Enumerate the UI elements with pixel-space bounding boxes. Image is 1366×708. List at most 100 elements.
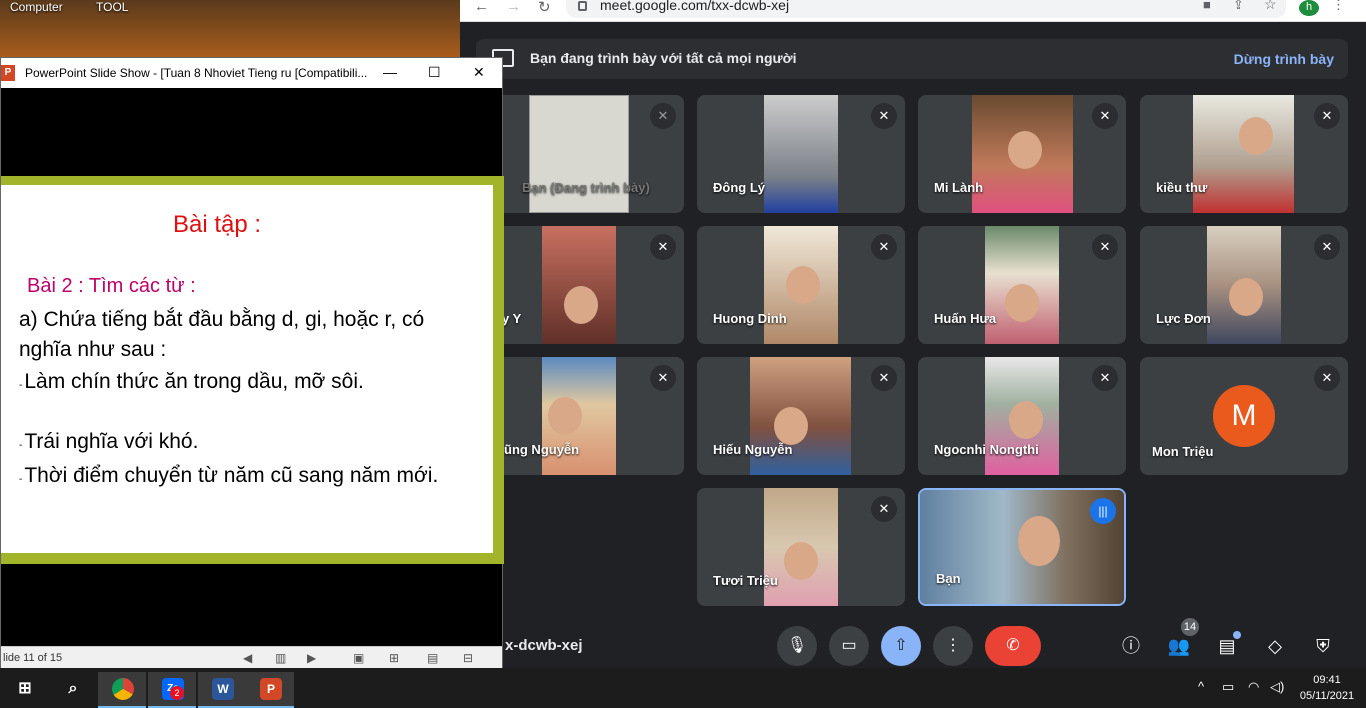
participant-face xyxy=(1239,117,1273,155)
slide-content: Bài tập : Bài 2 : Tìm các từ : a) Chứa t… xyxy=(1,185,493,553)
start-button[interactable]: ⊞ xyxy=(0,672,48,708)
volume-icon[interactable]: ◁) xyxy=(1270,679,1284,695)
menu-dots-icon[interactable]: ⋮ xyxy=(1332,0,1345,13)
slide-bullet: -Thời điểm chuyển từ năm cũ sang năm mới… xyxy=(19,464,439,487)
participant-video xyxy=(1207,226,1281,344)
slide-line-a: a) Chứa tiếng bắt đầu bằng d, gi, hoặc r… xyxy=(19,308,425,361)
reload-icon[interactable]: ↻ xyxy=(538,0,551,16)
participant-name: Tươi Triệu xyxy=(713,573,778,588)
participant-tile[interactable]: kiều thư ✕ xyxy=(1140,95,1348,213)
host-controls-icon[interactable]: ⛨ xyxy=(1309,632,1337,660)
participant-name: Huấn Hưa xyxy=(934,311,997,326)
taskbar-clock[interactable]: 09:41 05/11/2021 xyxy=(1292,672,1362,704)
back-icon[interactable]: ← xyxy=(474,0,489,15)
participant-face xyxy=(564,286,598,324)
search-button[interactable]: ⌕ xyxy=(48,672,96,708)
activities-icon[interactable]: ◇ xyxy=(1261,632,1289,660)
participant-tile[interactable]: Huấn Hưa ✕ xyxy=(918,226,1126,344)
participant-name: ũng Nguyễn xyxy=(504,442,580,457)
tray-overflow-icon[interactable]: ^ xyxy=(1198,679,1204,694)
participant-name: Huong Dinh xyxy=(713,311,787,326)
next-slide-icon[interactable]: ▶ xyxy=(307,651,316,665)
desktop-icon-computer[interactable]: Computer xyxy=(10,0,63,14)
profile-avatar[interactable]: h xyxy=(1299,0,1319,16)
slideshow-view-icon[interactable]: ⊟ xyxy=(463,651,473,665)
participant-tile[interactable]: Ngocnhi Nongthi ✕ xyxy=(918,357,1126,475)
participant-tile[interactable]: Đông Lý ✕ xyxy=(697,95,905,213)
participant-tile[interactable]: Hiếu Nguyễn ✕ xyxy=(697,357,905,475)
bookmark-star-icon[interactable]: ☆ xyxy=(1264,0,1277,13)
self-tile[interactable]: Bạn ||| xyxy=(918,488,1126,606)
participant-tile[interactable]: Huong Dinh ✕ xyxy=(697,226,905,344)
maximize-button[interactable]: ☐ xyxy=(428,64,441,81)
taskbar-chrome[interactable] xyxy=(98,672,146,708)
slide-bullet: -Trái nghĩa với khó. xyxy=(19,430,199,453)
stop-presenting-button[interactable]: Dừng trình bày xyxy=(1234,51,1334,67)
participant-face xyxy=(548,397,582,435)
participant-video xyxy=(542,357,616,475)
mic-off-icon: ✕ xyxy=(1314,365,1340,391)
mic-off-icon: ✕ xyxy=(871,103,897,129)
wifi-icon[interactable]: ◠ xyxy=(1248,679,1259,695)
present-now-button[interactable]: ⇧ xyxy=(881,626,921,666)
mic-off-icon: ✕ xyxy=(1092,365,1118,391)
microphone-button[interactable]: 🎙 xyxy=(777,626,817,666)
participant-tile[interactable]: Bạn (Đang trình bày) ✕ xyxy=(476,95,684,213)
clock-date: 05/11/2021 xyxy=(1299,690,1355,702)
presenting-banner: Bạn đang trình bày với tất cả mọi người … xyxy=(476,39,1348,79)
participant-name: Ngocnhi Nongthi xyxy=(934,442,1039,457)
end-call-button[interactable]: ✆ xyxy=(985,626,1041,666)
taskbar-powerpoint[interactable]: P xyxy=(246,672,294,708)
camera-icon[interactable]: ■ xyxy=(1203,0,1211,12)
powerpoint-window[interactable]: P PowerPoint Slide Show - [Tuan 8 Nhovie… xyxy=(0,57,504,668)
participant-tile[interactable]: y Y ✕ xyxy=(476,226,684,344)
mic-off-icon: ✕ xyxy=(650,234,676,260)
participant-tile[interactable]: Lực Đơn ✕ xyxy=(1140,226,1348,344)
desktop-icon-tool[interactable]: TOOL xyxy=(96,0,128,14)
taskbar: ⊞ ⌕ Za W P xyxy=(0,668,1366,708)
slide-sorter-icon[interactable]: ⊞ xyxy=(389,651,399,665)
participant-count-badge: 14 xyxy=(1181,618,1199,636)
previous-slide-icon[interactable]: ◀ xyxy=(243,651,252,665)
battery-icon[interactable]: ▭ xyxy=(1222,679,1234,695)
windows-icon: ⊞ xyxy=(18,680,32,697)
participant-name: Bạn xyxy=(936,571,961,586)
participant-tile[interactable]: ũng Nguyễn ✕ xyxy=(476,357,684,475)
mic-off-icon: ✕ xyxy=(650,103,676,129)
search-icon: ⌕ xyxy=(68,680,78,697)
participant-name: kiều thư xyxy=(1156,180,1208,195)
mic-off-icon: ✕ xyxy=(871,496,897,522)
participant-tile[interactable]: M Mon Triệu ✕ xyxy=(1140,357,1348,475)
powerpoint-app-icon: P xyxy=(1,65,15,81)
participant-tile[interactable]: Mi Lành ✕ xyxy=(918,95,1126,213)
chat-notification-dot xyxy=(1233,631,1241,639)
mic-off-icon: ✕ xyxy=(1314,103,1340,129)
share-icon[interactable]: ⇪ xyxy=(1233,0,1244,13)
address-bar[interactable]: meet.google.com/txx-dcwb-xej xyxy=(566,0,1286,18)
participant-face xyxy=(786,266,820,304)
slide-menu-icon[interactable]: ▥ xyxy=(275,651,286,665)
taskbar-word[interactable]: W xyxy=(198,672,246,708)
participant-video xyxy=(985,357,1059,475)
ppt-status-bar: lide 11 of 15 ◀ ▥ ▶ ▣ ⊞ ▤ ⊟ xyxy=(1,646,502,668)
participant-name: Hiếu Nguyễn xyxy=(713,442,793,457)
people-icon[interactable]: 👥 xyxy=(1165,632,1193,660)
minimize-button[interactable]: — xyxy=(383,64,397,80)
more-options-button[interactable]: ⋮ xyxy=(933,626,973,666)
reading-view-icon[interactable]: ▤ xyxy=(427,651,438,665)
close-button[interactable]: ✕ xyxy=(473,64,485,81)
participant-name: y Y xyxy=(502,311,522,326)
ppt-title-bar[interactable]: P PowerPoint Slide Show - [Tuan 8 Nhovie… xyxy=(1,58,502,88)
participant-video xyxy=(1193,95,1294,213)
url-text: meet.google.com/txx-dcwb-xej xyxy=(600,0,790,13)
participant-face xyxy=(1229,278,1263,316)
participant-video xyxy=(542,226,616,344)
camera-button[interactable]: ▭ xyxy=(829,626,869,666)
slide-bullet-text: Trái nghĩa với khó. xyxy=(24,430,199,453)
forward-icon[interactable]: → xyxy=(506,0,521,15)
participant-video xyxy=(985,226,1059,344)
meeting-details-icon[interactable]: ⓘ xyxy=(1117,632,1145,660)
participant-tile[interactable]: Tươi Triệu ✕ xyxy=(697,488,905,606)
normal-view-icon[interactable]: ▣ xyxy=(353,651,364,665)
participant-face xyxy=(774,407,808,445)
